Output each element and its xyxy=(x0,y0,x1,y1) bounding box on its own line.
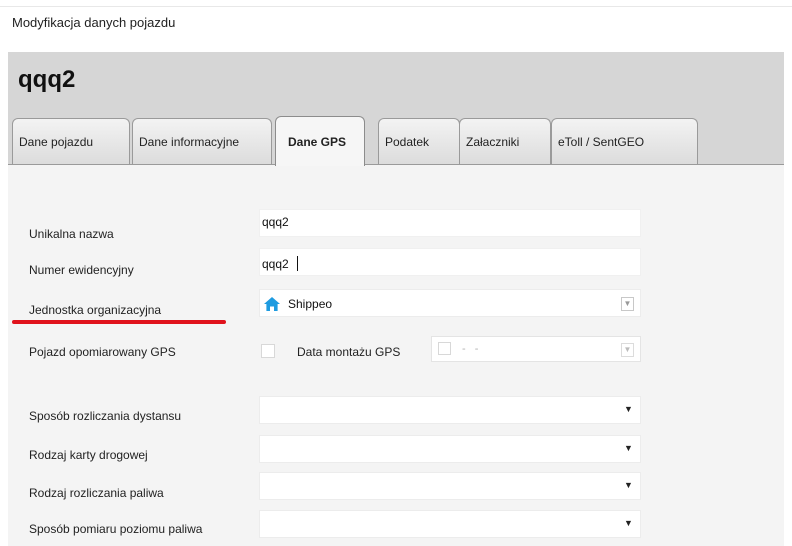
tab-label: eToll / SentGEO xyxy=(558,134,645,149)
window-title: Modyfikacja danych pojazdu xyxy=(12,15,176,30)
unique-name-label: Unikalna nazwa xyxy=(29,227,114,241)
tab-dane-pojazdu[interactable]: Dane pojazdu xyxy=(12,118,130,164)
registration-number-label: Numer ewidencyjny xyxy=(29,263,134,277)
fuel-settlement-select[interactable]: ▼ xyxy=(259,472,641,500)
chevron-down-icon[interactable]: ▼ xyxy=(623,518,634,530)
org-unit-select[interactable]: Shippeo ▼ xyxy=(259,289,641,317)
text-caret xyxy=(297,256,298,271)
tab-podatek[interactable]: Podatek xyxy=(378,118,460,164)
tab-strip: Dane pojazdu Dane informacyjne Dane GPS … xyxy=(8,114,784,170)
chevron-down-icon[interactable]: ▼ xyxy=(623,480,634,492)
record-header: qqq2 xyxy=(8,52,784,114)
tab-dane-gps[interactable]: Dane GPS xyxy=(275,116,365,166)
registration-number-input[interactable]: qqq2 xyxy=(259,248,641,276)
home-icon xyxy=(264,297,280,311)
tab-label: Podatek xyxy=(385,134,430,149)
tab-etoll-sentgeo[interactable]: eToll / SentGEO xyxy=(551,118,698,164)
chevron-down-icon[interactable]: ▼ xyxy=(623,404,634,416)
distance-method-label: Sposób rozliczania dystansu xyxy=(29,409,182,423)
tab-label: Dane GPS xyxy=(288,134,347,149)
gps-install-date-picker[interactable]: - - ▼ xyxy=(431,336,641,362)
org-unit-value: Shippeo xyxy=(288,297,333,311)
chevron-down-icon[interactable]: ▼ xyxy=(621,297,634,311)
fuel-settlement-label: Rodzaj rozliczania paliwa xyxy=(29,486,164,500)
gps-measured-label: Pojazd opomiarowany GPS xyxy=(29,345,176,359)
registration-number-value: qqq2 xyxy=(262,257,289,271)
fuel-level-method-select[interactable]: ▼ xyxy=(259,510,641,538)
road-card-type-select[interactable]: ▼ xyxy=(259,435,641,463)
distance-method-select[interactable]: ▼ xyxy=(259,396,641,424)
chevron-down-icon[interactable]: ▼ xyxy=(621,343,634,357)
unique-name-input[interactable]: qqq2 xyxy=(259,209,641,237)
gps-install-date-placeholder: - - xyxy=(462,343,482,355)
gps-install-date-label: Data montażu GPS xyxy=(297,345,401,359)
road-card-type-label: Rodzaj karty drogowej xyxy=(29,448,148,462)
highlight-underline xyxy=(12,320,226,324)
record-title: qqq2 xyxy=(18,66,76,93)
org-unit-label: Jednostka organizacyjna xyxy=(29,303,162,317)
tab-label: Dane informacyjne xyxy=(139,134,240,149)
tab-zalaczniki[interactable]: Załaczniki xyxy=(459,118,551,164)
tab-label: Dane pojazdu xyxy=(19,134,94,149)
tab-label: Załaczniki xyxy=(466,134,520,149)
unique-name-value: qqq2 xyxy=(262,215,289,229)
chevron-down-icon[interactable]: ▼ xyxy=(623,443,634,455)
tab-dane-informacyjne[interactable]: Dane informacyjne xyxy=(132,118,272,164)
top-strip xyxy=(0,0,792,7)
gps-measured-checkbox[interactable] xyxy=(261,344,275,358)
fuel-level-method-label: Sposób pomiaru poziomu paliwa xyxy=(29,522,203,536)
gps-install-date-checkbox[interactable] xyxy=(438,342,451,355)
